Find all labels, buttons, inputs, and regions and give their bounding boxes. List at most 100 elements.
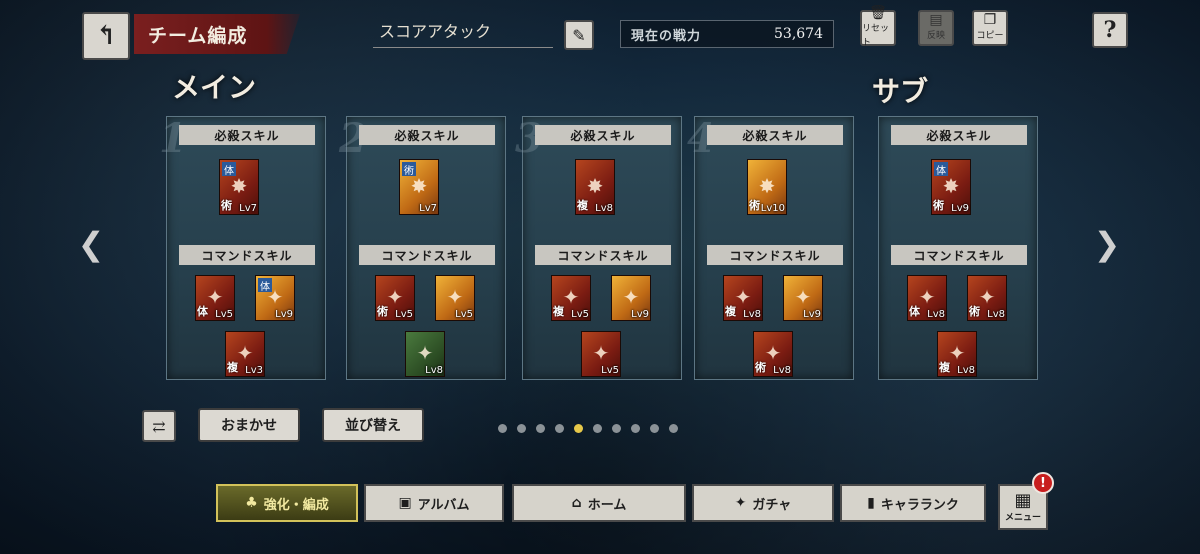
skill-art-icon: ✦ (794, 285, 812, 310)
page-dot[interactable] (498, 424, 507, 433)
skill-level: Lv8 (957, 365, 975, 376)
power-display: 現在の戦力 53,674 (620, 20, 834, 48)
skill-category-mark: 複 (553, 305, 564, 318)
chevron-right-icon: ❯ (1093, 225, 1121, 263)
command-skill-header: コマンドスキル (707, 245, 843, 265)
command-skill-icon[interactable]: ✦ 体 Lv5 (195, 275, 235, 321)
swap-button[interactable]: ⇄ (142, 410, 176, 442)
command-skill-icon[interactable]: ✦ Lv9 (611, 275, 651, 321)
special-skill-icon[interactable]: ✸ 体術 Lv7 (219, 159, 259, 215)
skill-art-icon: ✦ (622, 285, 640, 310)
nav-gacha-label: ガチャ (752, 497, 792, 513)
sort-button[interactable]: 並び替え (322, 408, 424, 442)
command-skill-icon[interactable]: ✦ 体 Lv8 (907, 275, 947, 321)
command-skill-header: コマンドスキル (535, 245, 671, 265)
back-arrow-icon: ↰ (95, 21, 117, 51)
page-dot[interactable] (631, 424, 640, 433)
swap-icon: ⇄ (152, 416, 166, 436)
skill-art-icon: ✦ (416, 341, 434, 366)
skill-art-icon: ✦ (236, 341, 254, 366)
edit-name-button[interactable]: ✎ (564, 20, 594, 50)
nav-enhance[interactable]: ♣ 強化・編成 (216, 484, 358, 522)
skill-category-mark: 術 (969, 305, 980, 318)
power-value: 53,674 (774, 26, 823, 42)
special-skill-icon[interactable]: ✸ 体術 Lv9 (931, 159, 971, 215)
skill-level: Lv5 (215, 309, 233, 320)
nav-chara-rank[interactable]: ▮ キャラランク (840, 484, 986, 522)
nav-home[interactable]: ⌂ ホーム (512, 484, 686, 522)
skill-category-mark: 術 (933, 199, 944, 212)
skill-category-mark: 複 (939, 361, 950, 374)
team-slot-card[interactable]: 1st必殺スキル✸体術Lv7コマンドスキル✦体Lv5✦体Lv9✦複Lv3 (159, 115, 326, 380)
skill-level: Lv9 (803, 309, 821, 320)
next-page-arrow[interactable]: ❯ (1092, 222, 1122, 266)
special-skill-header: 必殺スキル (535, 125, 671, 145)
nav-album-label: アルバム (417, 497, 470, 513)
page-dot[interactable] (669, 424, 678, 433)
page-dot[interactable] (612, 424, 621, 433)
command-skill-icon[interactable]: ✦ 体 Lv9 (255, 275, 295, 321)
chevron-left-icon: ❮ (77, 225, 105, 263)
auto-assign-button[interactable]: おまかせ (198, 408, 300, 442)
command-skill-icon[interactable]: ✦ Lv8 (405, 331, 445, 377)
skill-level: Lv5 (601, 365, 619, 376)
skill-level: Lv5 (395, 309, 413, 320)
skill-level: Lv7 (239, 203, 257, 214)
sub-section-label: サブ (872, 75, 929, 108)
special-skill-header: 必殺スキル (359, 125, 495, 145)
special-skill-header: 必殺スキル (891, 125, 1027, 145)
reset-label: リセット (862, 24, 890, 48)
special-skill-icon[interactable]: ✸ 術 Lv10 (747, 159, 787, 215)
reflect-button[interactable]: ▤ 反映 (918, 10, 954, 46)
skill-type-badge: 体 (934, 162, 948, 177)
nav-gacha[interactable]: ✦ ガチャ (692, 484, 834, 522)
skill-art-icon: ✦ (446, 285, 464, 310)
skill-category-mark: 術 (221, 199, 232, 212)
command-skill-header: コマンドスキル (179, 245, 315, 265)
page-dot[interactable] (650, 424, 659, 433)
skill-category-mark: 複 (577, 199, 588, 212)
command-skill-icon[interactable]: ✦ Lv5 (581, 331, 621, 377)
help-button[interactable]: ? (1092, 12, 1128, 48)
nav-enhance-label: 強化・編成 (263, 497, 329, 513)
skill-category-mark: 術 (755, 361, 766, 374)
skill-art-icon: ✦ (764, 341, 782, 366)
skill-category-mark: 術 (377, 305, 388, 318)
team-slot-card[interactable]: 4th必殺スキル✸術Lv10コマンドスキル✦複Lv8✦Lv9✦術Lv8 (687, 115, 854, 380)
nav-chara-rank-label: キャラランク (880, 497, 959, 513)
skill-art-icon: ✸ (410, 173, 428, 198)
page-title: チーム編成 (134, 14, 300, 54)
back-button[interactable]: ↰ (82, 12, 130, 60)
skill-art-icon: ✸ (942, 173, 960, 198)
special-skill-icon[interactable]: ✸ 術 Lv7 (399, 159, 439, 215)
command-skill-icon[interactable]: ✦ 術 Lv8 (967, 275, 1007, 321)
command-skill-icon[interactable]: ✦ 複 Lv3 (225, 331, 265, 377)
copy-button[interactable]: ❐ コピー (972, 10, 1008, 46)
skill-level: Lv7 (419, 203, 437, 214)
team-slot-card[interactable]: 必殺スキル ✸ 体術 Lv9 コマンドスキル ✦ 体 Lv8 ✦ 術 Lv8 ✦ 複 Lv8 (878, 116, 1038, 380)
skill-art-icon: ✦ (734, 285, 752, 310)
nav-album[interactable]: ▣ アルバム (364, 484, 504, 522)
reset-button[interactable]: 🗑 リセット (860, 6, 896, 48)
command-skill-icon[interactable]: ✦ 術 Lv5 (375, 275, 415, 321)
prev-page-arrow[interactable]: ❮ (76, 222, 106, 266)
page-dot[interactable] (555, 424, 564, 433)
page-dot[interactable] (517, 424, 526, 433)
page-dot[interactable] (593, 424, 602, 433)
command-skill-icon[interactable]: ✦ 複 Lv8 (723, 275, 763, 321)
command-skill-icon[interactable]: ✦ Lv5 (435, 275, 475, 321)
special-skill-header: 必殺スキル (707, 125, 843, 145)
team-slot-card[interactable]: 3rd必殺スキル✸複Lv8コマンドスキル✦複Lv5✦Lv9✦Lv5 (515, 115, 682, 380)
command-skill-icon[interactable]: ✦ 複 Lv8 (937, 331, 977, 377)
command-skill-icon[interactable]: ✦ 複 Lv5 (551, 275, 591, 321)
command-skill-icon[interactable]: ✦ Lv9 (783, 275, 823, 321)
page-dot[interactable] (536, 424, 545, 433)
pencil-icon: ✎ (572, 25, 586, 45)
special-skill-icon[interactable]: ✸ 複 Lv8 (575, 159, 615, 215)
team-slot-card[interactable]: 2nd必殺スキル✸術Lv7コマンドスキル✦術Lv5✦Lv5✦Lv8 (339, 115, 506, 380)
help-icon: ? (1103, 17, 1117, 43)
grid-icon: ▦ (1014, 489, 1032, 511)
command-skill-icon[interactable]: ✦ 術 Lv8 (753, 331, 793, 377)
skill-art-icon: ✸ (586, 173, 604, 198)
page-dot-active[interactable] (574, 424, 583, 433)
